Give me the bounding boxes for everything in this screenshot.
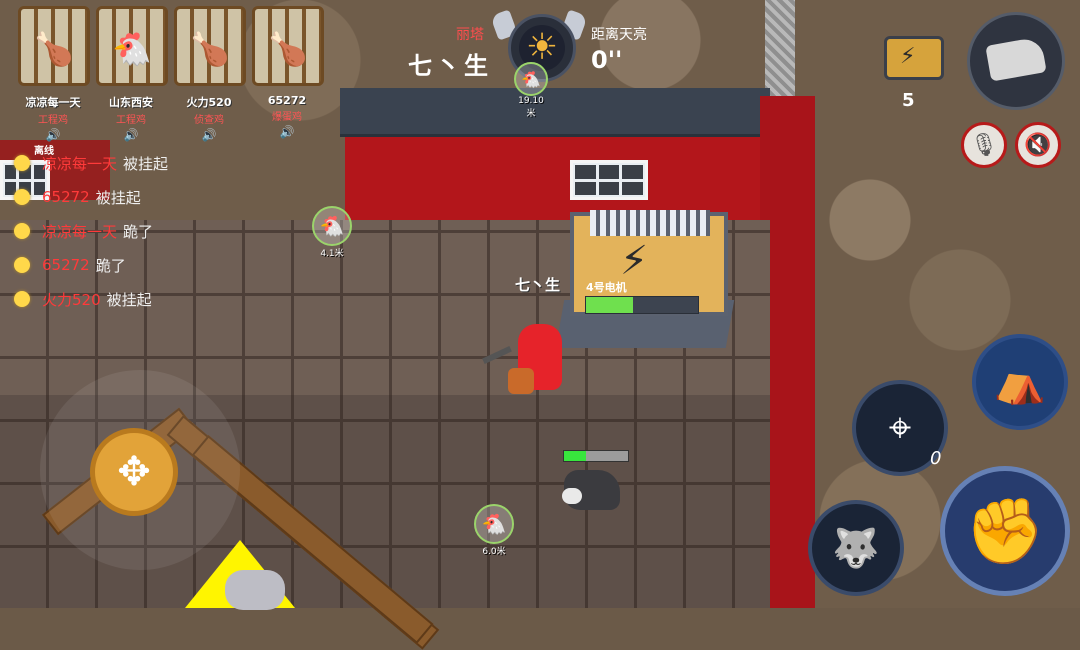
feed-item: 65272 跪了 — [14, 253, 126, 277]
dawn-label: 距离天亮 — [591, 27, 647, 43]
feed-dot-icon — [14, 223, 30, 239]
speaker-icon[interactable]: 🔊 — [252, 125, 322, 139]
feed-dot-icon — [14, 189, 30, 205]
feed-action: 被挂起 — [123, 154, 169, 173]
security-camera-icon — [985, 36, 1047, 82]
feed-action: 被挂起 — [106, 290, 152, 309]
move-arrows-icon: ✥ — [117, 449, 151, 495]
teammate-name: 火力520 — [186, 96, 232, 109]
chicken-marker-bottom: 🐔 6.0米 — [474, 504, 514, 557]
teammate-role: 侦查鸡 — [194, 115, 224, 126]
barn-roof-edge — [340, 88, 770, 137]
dawn-timer: 0'' — [591, 46, 623, 74]
teammate-role: 爆蛋鸡 — [272, 112, 302, 123]
camera-button[interactable] — [967, 12, 1065, 110]
feed-player-name: 65272 — [42, 256, 90, 274]
teammate-name: 凉凉每一天 — [25, 96, 81, 109]
teammate-card[interactable]: 🍗 凉凉每一天 工程鸡 🔊 — [18, 6, 90, 142]
top-chicken-marker: 🐔 19.10米 — [514, 62, 548, 119]
self-name: 七丶生 — [408, 52, 492, 80]
generator-count: 5 — [902, 90, 915, 111]
player-character — [482, 318, 572, 400]
speaker-icon[interactable]: 🔊 — [18, 128, 88, 142]
teammate-card[interactable]: 🍗 火力520 侦查鸡 🔊 — [174, 6, 246, 142]
wolf-health-bar — [563, 450, 629, 462]
trap-icon: ⛺ — [993, 357, 1047, 406]
generator-progress-bar — [585, 296, 699, 314]
feed-action: 跪了 — [123, 222, 154, 241]
feed-item: 火力520 被挂起 — [14, 287, 152, 311]
dash-skill-button[interactable]: 🐺 — [808, 500, 904, 596]
feed-item: 凉凉每一天 被挂起 — [14, 151, 168, 175]
chicken-icon: 🐔 — [514, 62, 548, 96]
claw-icon: ✊ — [965, 494, 1045, 569]
yellow-spiky-character — [185, 540, 295, 610]
speaker-off-icon: 🔇 — [1024, 132, 1052, 158]
lightning-icon: ⚡ — [620, 238, 649, 284]
generator-label: 4号电机 — [586, 281, 627, 294]
marker-distance: 4.1米 — [320, 249, 344, 259]
player-name-tag: 七丶生 — [515, 276, 561, 294]
teammate-role: 工程鸡 — [38, 115, 68, 126]
chicken-icon: 🐔 — [112, 30, 152, 68]
feed-player-name: 65272 — [42, 188, 90, 206]
feed-dot-icon — [14, 155, 30, 171]
teammate-card[interactable]: 🍗 65272 爆蛋鸡 🔊 — [252, 6, 324, 139]
dash-wolf-icon: 🐺 — [832, 525, 880, 570]
move-joystick[interactable]: ✥ — [90, 428, 178, 516]
feed-dot-icon — [14, 291, 30, 307]
generator-grille — [590, 210, 710, 236]
wolf-character — [556, 462, 626, 518]
feed-player-name: 凉凉每一天 — [42, 222, 118, 241]
barn-window — [570, 160, 648, 200]
marker-distance: 19.10米 — [518, 96, 544, 119]
teammate-card[interactable]: 🐔 山东西安 工程鸡 🔊 — [96, 6, 168, 142]
chicken-icon: 🐔 — [312, 206, 352, 246]
trap-skill-button[interactable]: ⛺ — [972, 334, 1068, 430]
marker-distance: 6.0米 — [482, 547, 506, 557]
crosshair-icon: ⌖ — [888, 405, 912, 451]
feed-action: 跪了 — [95, 256, 126, 275]
teammate-name: 山东西安 — [109, 96, 153, 109]
speaker-mute-button[interactable]: 🔇 — [1015, 122, 1061, 168]
generator-progress-fill — [586, 297, 634, 313]
feed-dot-icon — [14, 257, 30, 273]
chicken-marker-left: 🐔 4.1米 — [312, 206, 352, 259]
metal-pillar — [765, 0, 795, 96]
roast-chicken-icon: 🍗 — [190, 30, 230, 68]
generator-count-icon: ⚡ — [878, 22, 946, 82]
feed-item: 65272 被挂起 — [14, 185, 141, 209]
roast-chicken-icon: 🍗 — [34, 30, 74, 68]
hunter-name: 丽塔 — [456, 27, 484, 43]
attack-button[interactable]: ✊ — [940, 466, 1070, 596]
aim-count: 0 — [930, 448, 942, 469]
mic-off-icon: 🎙 — [970, 132, 998, 158]
feed-player-name: 火力520 — [42, 290, 101, 309]
teammate-role: 工程鸡 — [116, 115, 146, 126]
teammate-name: 65272 — [267, 94, 307, 107]
speaker-icon[interactable]: 🔊 — [96, 128, 166, 142]
mic-mute-button[interactable]: 🎙 — [961, 122, 1007, 168]
wolf-health-fill — [564, 451, 587, 461]
speaker-icon[interactable]: 🔊 — [174, 128, 244, 142]
feed-item: 凉凉每一天 跪了 — [14, 219, 153, 243]
feed-action: 被挂起 — [95, 188, 141, 207]
feed-player-name: 凉凉每一天 — [42, 154, 118, 173]
chicken-icon: 🐔 — [474, 504, 514, 544]
roast-chicken-icon: 🍗 — [268, 30, 308, 68]
